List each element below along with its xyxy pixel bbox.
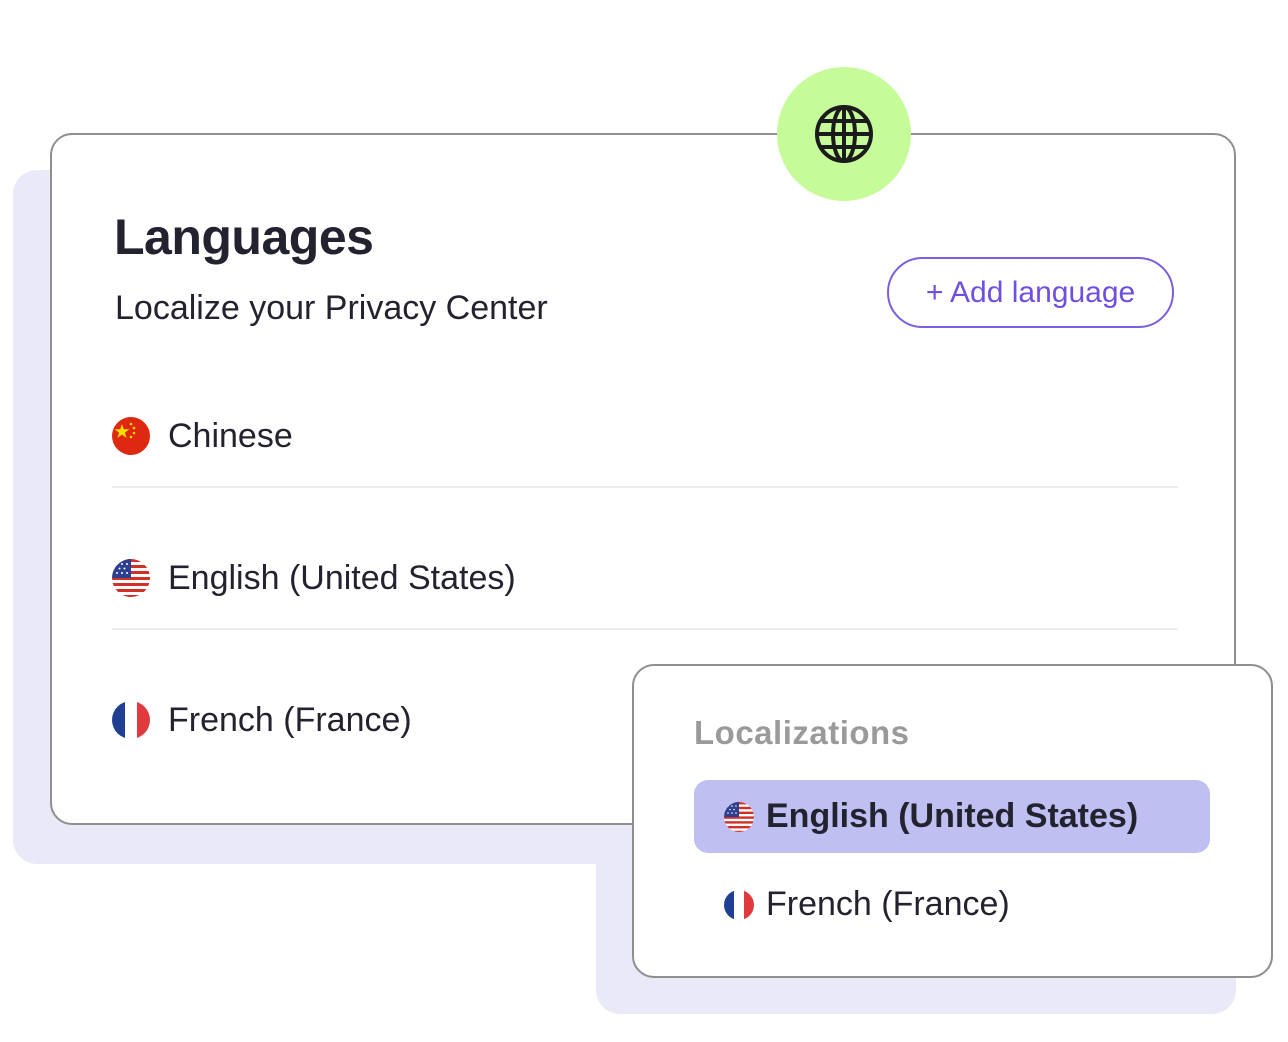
divider [112, 486, 1178, 488]
language-row-chinese[interactable]: Chinese [112, 411, 1178, 461]
localization-option-french-france[interactable]: French (France) [694, 868, 1210, 941]
france-flag-icon [724, 889, 754, 920]
globe-icon [815, 105, 873, 163]
localization-option-english-us[interactable]: English (United States) [694, 780, 1210, 853]
us-flag-icon [112, 559, 150, 597]
language-label: French (France) [168, 700, 412, 739]
localization-label: French (France) [766, 885, 1010, 923]
page-title: Languages [114, 209, 374, 265]
stage: Languages Localize your Privacy Center +… [0, 0, 1288, 1042]
language-label: Chinese [168, 416, 293, 455]
popup-title: Localizations [694, 714, 910, 751]
us-flag-icon [724, 801, 754, 832]
china-flag-icon [112, 417, 150, 455]
language-label: English (United States) [168, 558, 516, 597]
page-subtitle: Localize your Privacy Center [115, 289, 548, 327]
france-flag-icon [112, 701, 150, 739]
add-language-button[interactable]: + Add language [887, 257, 1174, 328]
localization-label: English (United States) [766, 797, 1139, 835]
globe-badge [777, 67, 911, 201]
language-row-english-us[interactable]: English (United States) [112, 553, 1178, 603]
divider [112, 628, 1178, 630]
